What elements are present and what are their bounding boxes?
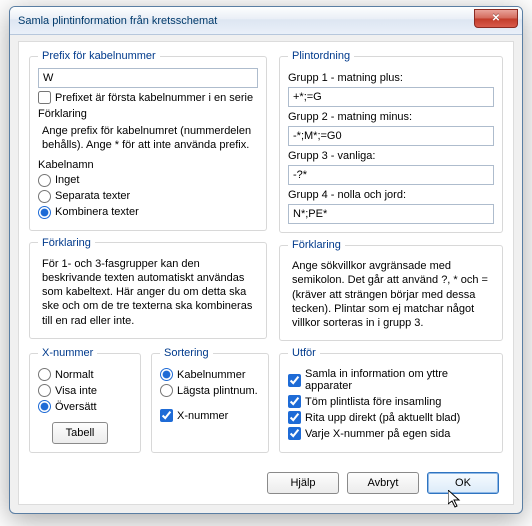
perform-collect-label: Samla in information om yttre apparater <box>305 368 494 392</box>
perform-collect-input[interactable] <box>288 374 301 387</box>
xnumber-hide-input[interactable] <box>38 384 51 397</box>
cablename-none-label: Inget <box>55 174 79 186</box>
titlebar: Samla plintinformation från kretsschemat… <box>10 7 522 35</box>
cablename-separate-input[interactable] <box>38 190 51 203</box>
cancel-button[interactable]: Avbryt <box>347 472 419 494</box>
sort-cablenumber-label: Kabelnummer <box>177 369 245 381</box>
prefix-first-checkbox-label: Prefixet är första kabelnummer i en seri… <box>55 92 253 104</box>
xnumber-legend: X-nummer <box>38 347 97 359</box>
perform-collect[interactable]: Samla in information om yttre apparater <box>288 368 494 392</box>
cablename-heading: Kabelnamn <box>38 159 258 171</box>
order-group: Plintordning Grupp 1 - matning plus: Gru… <box>279 50 503 233</box>
xnumber-normal-label: Normalt <box>55 369 94 381</box>
order-g1-input[interactable] <box>288 87 494 107</box>
xnumber-normal[interactable]: Normalt <box>38 368 132 381</box>
right-explain-text: Ange sökvillkor avgränsade med semikolon… <box>288 257 494 332</box>
perform-ownpage-label: Varje X-nummer på egen sida <box>305 428 450 440</box>
order-g4-input[interactable] <box>288 204 494 224</box>
window-title: Samla plintinformation från kretsschemat <box>18 15 217 27</box>
prefix-explain-heading: Förklaring <box>38 108 258 120</box>
dialog-buttons: Hjälp Avbryt OK <box>267 472 499 494</box>
prefix-explain-text: Ange prefix för kabelnumret (nummerdelen… <box>38 122 258 155</box>
xnumber-translate-label: Översätt <box>55 401 97 413</box>
perform-draw[interactable]: Rita upp direkt (på aktuellt blad) <box>288 411 494 424</box>
order-g2-label: Grupp 2 - matning minus: <box>288 111 494 123</box>
prefix-first-checkbox[interactable]: Prefixet är första kabelnummer i en seri… <box>38 91 258 104</box>
sort-legend: Sortering <box>160 347 213 359</box>
sort-lowest[interactable]: Lägsta plintnum. <box>160 384 260 397</box>
perform-group: Utför Samla in information om yttre appa… <box>279 347 503 453</box>
help-button[interactable]: Hjälp <box>267 472 339 494</box>
left-explain-legend: Förklaring <box>38 237 95 249</box>
cablename-combine-input[interactable] <box>38 206 51 219</box>
perform-ownpage[interactable]: Varje X-nummer på egen sida <box>288 427 494 440</box>
sort-cablenumber-input[interactable] <box>160 368 173 381</box>
xnumber-translate[interactable]: Översätt <box>38 400 132 413</box>
close-button[interactable]: ✕ <box>474 9 518 28</box>
xnumber-group: X-nummer Normalt Visa inte Översätt Tabe… <box>29 347 141 453</box>
sort-cablenumber[interactable]: Kabelnummer <box>160 368 260 381</box>
prefix-first-checkbox-input[interactable] <box>38 91 51 104</box>
xnumber-translate-input[interactable] <box>38 400 51 413</box>
left-explain-group: Förklaring För 1- och 3-fasgrupper kan d… <box>29 237 267 339</box>
xnumber-hide-label: Visa inte <box>55 385 97 397</box>
prefix-input[interactable] <box>38 68 258 88</box>
cursor-icon <box>448 490 464 510</box>
perform-draw-label: Rita upp direkt (på aktuellt blad) <box>305 412 460 424</box>
perform-empty-input[interactable] <box>288 395 301 408</box>
perform-ownpage-input[interactable] <box>288 427 301 440</box>
perform-legend: Utför <box>288 347 320 359</box>
dialog-window: Samla plintinformation från kretsschemat… <box>9 6 523 514</box>
sort-xnumber-checkbox-input[interactable] <box>160 409 173 422</box>
sort-group: Sortering Kabelnummer Lägsta plintnum. X… <box>151 347 269 453</box>
perform-draw-input[interactable] <box>288 411 301 424</box>
ok-button[interactable]: OK <box>427 472 499 494</box>
cablename-separate-label: Separata texter <box>55 190 130 202</box>
cablename-none[interactable]: Inget <box>38 174 258 187</box>
xnumber-normal-input[interactable] <box>38 368 51 381</box>
cablename-combine[interactable]: Kombinera texter <box>38 206 258 219</box>
prefix-legend: Prefix för kabelnummer <box>38 50 160 62</box>
order-g2-input[interactable] <box>288 126 494 146</box>
order-g3-label: Grupp 3 - vanliga: <box>288 150 494 162</box>
order-g1-label: Grupp 1 - matning plus: <box>288 72 494 84</box>
sort-xnumber-checkbox-label: X-nummer <box>177 410 228 422</box>
prefix-group: Prefix för kabelnummer Prefixet är först… <box>29 50 267 231</box>
sort-xnumber-checkbox[interactable]: X-nummer <box>160 409 260 422</box>
perform-empty-label: Töm plintlista före insamling <box>305 396 441 408</box>
cablename-combine-label: Kombinera texter <box>55 206 139 218</box>
sort-lowest-input[interactable] <box>160 384 173 397</box>
xnumber-hide[interactable]: Visa inte <box>38 384 132 397</box>
cablename-none-input[interactable] <box>38 174 51 187</box>
close-icon: ✕ <box>492 13 500 24</box>
right-explain-group: Förklaring Ange sökvillkor avgränsade me… <box>279 239 503 341</box>
cablename-separate[interactable]: Separata texter <box>38 190 258 203</box>
order-legend: Plintordning <box>288 50 354 62</box>
left-explain-text: För 1- och 3-fasgrupper kan den beskriva… <box>38 255 258 330</box>
table-button[interactable]: Tabell <box>52 422 108 444</box>
perform-empty[interactable]: Töm plintlista före insamling <box>288 395 494 408</box>
right-explain-legend: Förklaring <box>288 239 345 251</box>
order-g3-input[interactable] <box>288 165 494 185</box>
sort-lowest-label: Lägsta plintnum. <box>177 385 258 397</box>
order-g4-label: Grupp 4 - nolla och jord: <box>288 189 494 201</box>
